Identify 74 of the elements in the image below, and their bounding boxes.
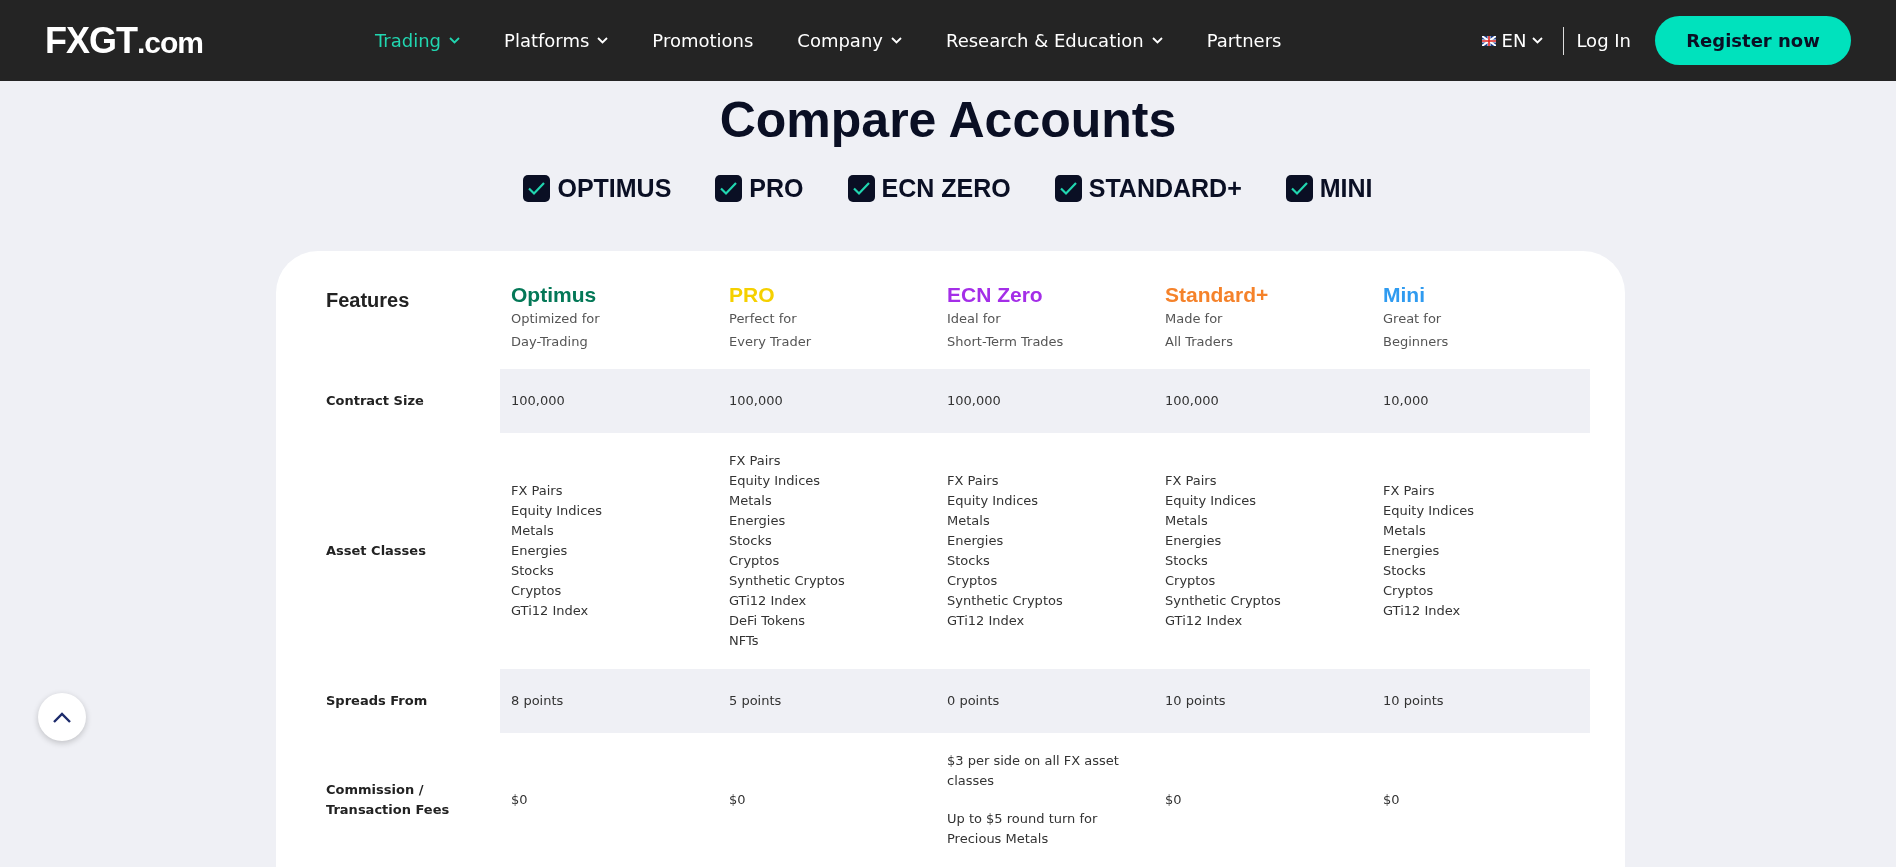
table-cell: 0 points bbox=[936, 669, 1154, 733]
checkbox-label[interactable]: ECN ZERO bbox=[881, 174, 1011, 203]
checkbox[interactable] bbox=[1054, 175, 1082, 202]
checkmark-icon bbox=[527, 181, 547, 196]
table-cell-text: $0 bbox=[510, 791, 529, 809]
checkmark-icon bbox=[851, 181, 871, 196]
table-cell-text: FX Pairs Equity Indices Metals Energies Stocks Cryptos GTi12 Index bbox=[1382, 482, 1476, 620]
table-cell: 8 points bbox=[500, 669, 718, 733]
logo[interactable]: FXGT.com bbox=[45, 19, 375, 62]
account-tagline: Short-Term Trades bbox=[947, 333, 1065, 351]
table-cell: 10 points bbox=[1372, 669, 1590, 733]
checkbox-label[interactable]: MINI bbox=[1319, 174, 1373, 203]
nav-link[interactable]: Promotions bbox=[652, 30, 754, 51]
row-label: Contract Size bbox=[326, 392, 425, 410]
table-cell: 100,000 bbox=[718, 369, 936, 433]
account-tagline: Optimized for bbox=[511, 310, 601, 328]
checkbox-label[interactable]: PRO bbox=[749, 174, 804, 203]
caret-icon bbox=[1151, 37, 1163, 44]
flag-icon bbox=[1481, 35, 1496, 46]
account-tagline: Perfect for bbox=[729, 310, 798, 328]
checkbox-label[interactable]: STANDARD+ bbox=[1088, 174, 1242, 203]
checkbox[interactable] bbox=[1285, 175, 1313, 202]
checkbox-label[interactable]: OPTIMUS bbox=[557, 174, 672, 203]
table-cell-text: $0 bbox=[1382, 791, 1401, 809]
login-link[interactable]: Log In bbox=[1576, 30, 1631, 51]
account-name: PRO bbox=[729, 283, 776, 307]
account-tagline: All Traders bbox=[1165, 333, 1234, 351]
checkbox[interactable] bbox=[523, 175, 551, 202]
row-label: Asset Classes bbox=[326, 542, 427, 560]
table-cell-text: FX Pairs Equity Indices Metals Energies Stocks Cryptos GTi12 Index bbox=[510, 482, 604, 620]
nav-link[interactable]: Platforms bbox=[504, 30, 609, 51]
table-cell: 100,000 bbox=[936, 369, 1154, 433]
chevron-up-icon bbox=[53, 711, 71, 723]
row-label: Spreads From bbox=[326, 692, 429, 710]
nav-link[interactable]: Research & Education bbox=[945, 30, 1163, 51]
register-button[interactable]: Register now bbox=[1655, 16, 1851, 65]
account-tagline: Great for bbox=[1383, 310, 1443, 328]
table-cell-text: FX Pairs Equity Indices Metals Energies Stocks Cryptos Synthetic Cryptos GTi12 Index DeFi Tokens NFTs bbox=[728, 452, 846, 650]
account-tagline: Every Trader bbox=[729, 333, 812, 351]
checkmark-icon bbox=[719, 181, 739, 196]
table-cell: 10 points bbox=[1154, 669, 1372, 733]
table-cell-text: $3 per side on all FX asset classes Up to $5 round turn for Precious Metals bbox=[946, 752, 1120, 848]
account-tagline: Beginners bbox=[1383, 333, 1450, 351]
caret-icon bbox=[449, 37, 461, 44]
nav-link[interactable]: Partners bbox=[1206, 30, 1282, 51]
table-cell-text: FX Pairs Equity Indices Metals Energies Stocks Cryptos Synthetic Cryptos GTi12 Index bbox=[1164, 472, 1282, 630]
table-cell-text: $0 bbox=[1164, 791, 1183, 809]
caret-icon bbox=[597, 37, 609, 44]
nav-link[interactable]: Company bbox=[797, 30, 902, 51]
table-cell-text: FX Pairs Equity Indices Metals Energies Stocks Cryptos Synthetic Cryptos GTi12 Index bbox=[946, 472, 1064, 630]
checkbox[interactable] bbox=[847, 175, 875, 202]
table-cell: 5 points bbox=[718, 669, 936, 733]
nav-link[interactable]: Trading bbox=[375, 30, 461, 51]
account-name: ECN Zero bbox=[947, 283, 1044, 307]
account-name: Optimus bbox=[511, 283, 598, 307]
scroll-to-top-button[interactable] bbox=[38, 693, 86, 741]
checkmark-icon bbox=[1058, 181, 1078, 196]
account-tagline: Ideal for bbox=[947, 310, 1002, 328]
account-tagline: Made for bbox=[1165, 310, 1224, 328]
column-header: Features bbox=[326, 288, 411, 312]
table-cell: 100,000 bbox=[500, 369, 718, 433]
row-label: Commission / Transaction Fees bbox=[326, 781, 451, 819]
checkmark-icon bbox=[1289, 181, 1309, 196]
checkbox[interactable] bbox=[715, 175, 743, 202]
account-name: Standard+ bbox=[1165, 283, 1270, 307]
caret-icon bbox=[1532, 37, 1544, 44]
account-name: Mini bbox=[1383, 283, 1426, 307]
caret-icon bbox=[890, 37, 902, 44]
page-title: Compare Accounts bbox=[718, 93, 1178, 148]
language-selector[interactable]: EN bbox=[1481, 26, 1565, 55]
table-cell: 10,000 bbox=[1372, 369, 1590, 433]
account-tagline: Day-Trading bbox=[511, 333, 589, 351]
table-cell: 100,000 bbox=[1154, 369, 1372, 433]
table-cell-text: $0 bbox=[728, 791, 747, 809]
